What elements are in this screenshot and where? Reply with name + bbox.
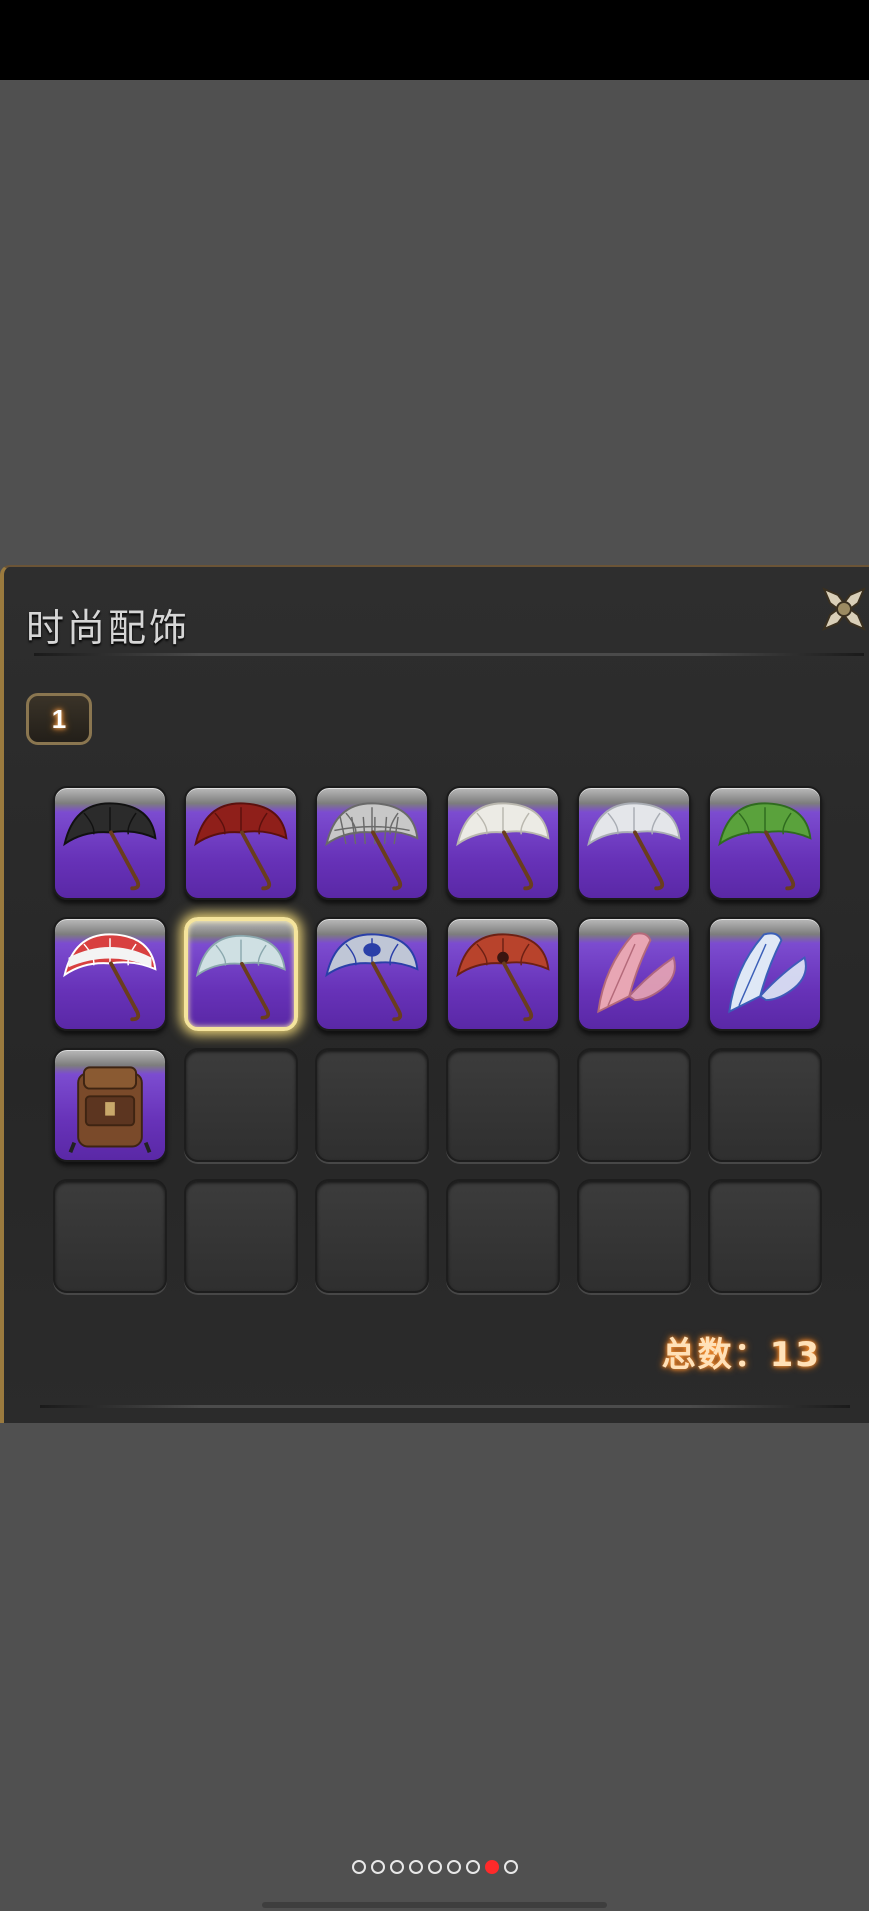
page-dot[interactable] [351, 1860, 366, 1874]
accessory-slot[interactable] [577, 786, 691, 900]
accessory-slot[interactable] [708, 917, 822, 1031]
page-indicator [0, 1860, 869, 1874]
total-count: 总数：13 [661, 1335, 821, 1375]
accessory-slot[interactable] [53, 1048, 167, 1162]
empty-slot[interactable] [446, 1048, 560, 1162]
bottom-divider [40, 1405, 850, 1408]
accessory-slot[interactable] [315, 786, 429, 900]
accessory-slot[interactable] [184, 786, 298, 900]
page-dot[interactable] [484, 1860, 499, 1874]
fashion-accessories-window: 时尚配饰 1 总数：13 [0, 565, 869, 1423]
accessory-slot[interactable] [708, 786, 822, 900]
accessory-slot[interactable] [53, 786, 167, 900]
accessory-slot[interactable] [446, 917, 560, 1031]
page-dot[interactable] [465, 1860, 480, 1874]
empty-slot[interactable] [315, 1048, 429, 1162]
page-dot[interactable] [503, 1860, 518, 1874]
accessory-slot[interactable] [315, 917, 429, 1031]
status-bar [0, 0, 869, 80]
empty-slot[interactable] [184, 1179, 298, 1293]
accessory-slot[interactable] [446, 786, 560, 900]
empty-slot[interactable] [708, 1048, 822, 1162]
page-dot[interactable] [427, 1860, 442, 1874]
empty-slot[interactable] [708, 1179, 822, 1293]
page-dot[interactable] [370, 1860, 385, 1874]
accessory-slot[interactable] [184, 917, 298, 1031]
page-dot[interactable] [389, 1860, 404, 1874]
page-tab-1[interactable]: 1 [26, 693, 92, 745]
empty-slot[interactable] [446, 1179, 560, 1293]
accessory-slot[interactable] [53, 917, 167, 1031]
empty-slot[interactable] [577, 1048, 691, 1162]
empty-slot[interactable] [53, 1179, 167, 1293]
empty-slot[interactable] [315, 1179, 429, 1293]
home-indicator[interactable] [262, 1902, 607, 1908]
page-dot[interactable] [446, 1860, 461, 1874]
accessory-slot[interactable] [577, 917, 691, 1031]
close-icon[interactable] [816, 581, 869, 637]
title-divider [34, 653, 864, 656]
page-tab-label: 1 [51, 703, 67, 734]
page-dot[interactable] [408, 1860, 423, 1874]
empty-slot[interactable] [184, 1048, 298, 1162]
window-title: 时尚配饰 [26, 606, 191, 650]
empty-slot[interactable] [577, 1179, 691, 1293]
